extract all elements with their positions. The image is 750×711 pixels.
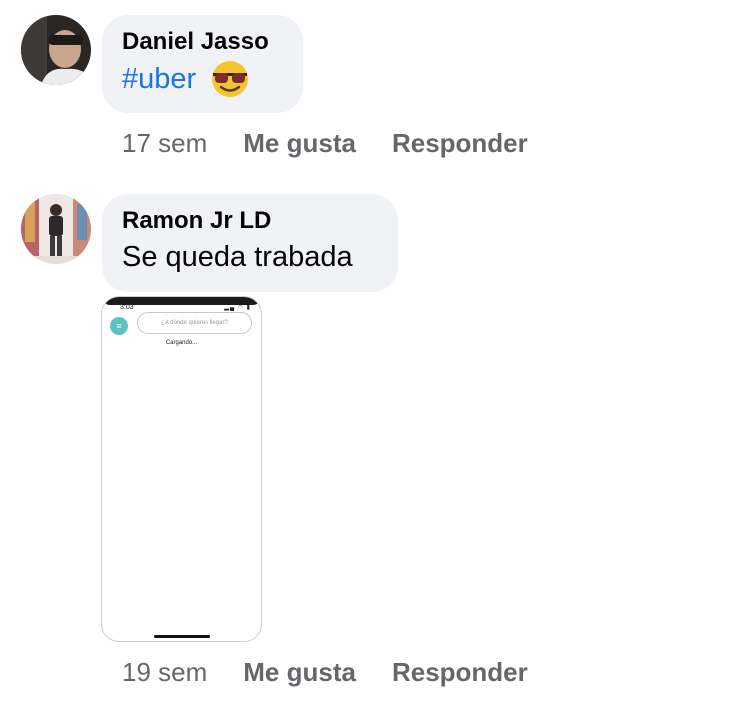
menu-icon: ≡ (110, 317, 128, 335)
avatar[interactable] (21, 194, 91, 264)
home-indicator (154, 635, 210, 638)
profile-photo (21, 194, 91, 264)
comment-time[interactable]: 19 sem (122, 657, 207, 688)
profile-photo (21, 15, 91, 85)
comment-bubble: Ramon Jr LD Se queda trabada (102, 194, 398, 292)
avatar[interactable] (21, 15, 91, 85)
comment-author[interactable]: Daniel Jasso (122, 27, 283, 57)
destination-search-field: ¿A dónde quieres llegar? (137, 312, 252, 334)
reply-button[interactable]: Responder (392, 657, 528, 688)
comment-text: #uber (122, 59, 283, 99)
status-bar-time: 3:03 (120, 304, 134, 311)
comment-author[interactable]: Ramon Jr LD (122, 206, 378, 236)
comment-bubble: Daniel Jasso #uber (102, 15, 303, 113)
like-button[interactable]: Me gusta (243, 657, 356, 688)
comment-text: Se queda trabada (122, 241, 353, 273)
comment-time[interactable]: 17 sem (122, 128, 207, 159)
comment-actions: 17 sem Me gusta Responder (122, 128, 528, 159)
smiling-face-with-sunglasses-icon (210, 59, 250, 99)
comment-actions: 19 sem Me gusta Responder (122, 657, 528, 688)
like-button[interactable]: Me gusta (243, 128, 356, 159)
signal-wifi-battery-icons: ▂▄ ◠ ▮ (224, 305, 251, 311)
loading-text: Cargando... (165, 340, 198, 346)
comment-image-attachment[interactable]: 3:03 ▂▄ ◠ ▮ ≡ ¿A dónde quieres llegar? C… (101, 296, 262, 642)
reply-button[interactable]: Responder (392, 128, 528, 159)
hashtag-link[interactable]: #uber (122, 60, 196, 98)
